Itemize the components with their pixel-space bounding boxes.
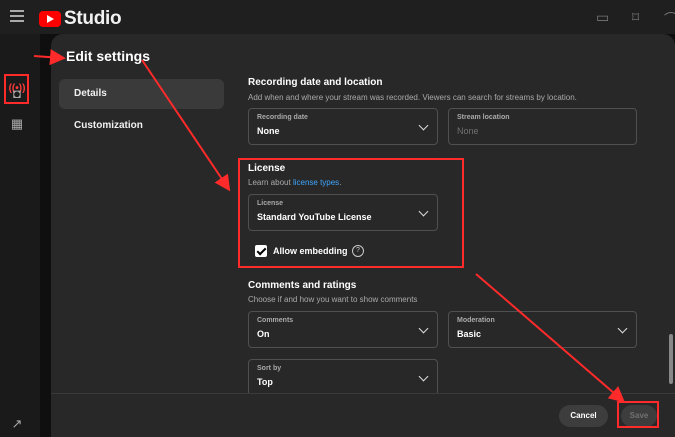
sort-by-label: Sort by (257, 365, 282, 372)
sort-by-select[interactable]: Sort by Top (248, 359, 438, 396)
recording-title: Recording date and location (248, 77, 383, 88)
dialog-footer: Cancel Save (51, 393, 675, 437)
swoosh-icon[interactable]: ⌒ (664, 9, 675, 29)
logo-text: Studio (64, 8, 122, 29)
scrollbar-thumb[interactable] (669, 334, 673, 384)
studio-logo[interactable]: Studio (39, 8, 122, 30)
menu-icon[interactable] (10, 10, 24, 22)
stream-location-input[interactable]: Stream location None (448, 108, 637, 145)
recording-date-select[interactable]: Recording date None (248, 108, 438, 145)
left-rail: ((•)) ◘ ▦ ↗ (0, 34, 40, 437)
stream-location-placeholder: None (457, 126, 479, 136)
comments-label: Comments (257, 317, 294, 324)
nav-item-customization[interactable]: Customization (59, 111, 224, 141)
chevron-down-icon (418, 371, 429, 382)
external-link-icon[interactable]: ↗ (9, 416, 25, 432)
youtube-logo-icon (39, 11, 61, 27)
moderation-select[interactable]: Moderation Basic (448, 311, 637, 348)
comments-select[interactable]: Comments On (248, 311, 438, 348)
chevron-down-icon (418, 120, 429, 131)
comments-description: Choose if and how you want to show comme… (248, 295, 418, 304)
dialog-title: Edit settings (66, 48, 151, 64)
cancel-button[interactable]: Cancel (559, 405, 608, 427)
recording-date-label: Recording date (257, 114, 308, 121)
bookmark-icon[interactable]: ⌑ (632, 9, 639, 26)
stream-location-label: Stream location (457, 114, 510, 121)
camera-icon[interactable]: ◘ (9, 86, 25, 102)
top-bar: Studio ▭ ⌑ ⌒ (0, 0, 675, 34)
save-highlight-box (617, 401, 659, 428)
sort-by-value: Top (257, 377, 273, 387)
chevron-down-icon (617, 323, 628, 334)
calendar-icon[interactable]: ▦ (9, 116, 25, 132)
chevron-down-icon (418, 323, 429, 334)
comments-value: On (257, 329, 270, 339)
nav-item-details[interactable]: Details (59, 79, 224, 109)
subtitles-icon[interactable]: ▭ (596, 9, 609, 26)
license-highlight-box (238, 158, 464, 268)
moderation-label: Moderation (457, 317, 495, 324)
recording-description: Add when and where your stream was recor… (248, 93, 577, 102)
recording-date-value: None (257, 126, 280, 136)
moderation-value: Basic (457, 329, 482, 339)
comments-title: Comments and ratings (248, 280, 357, 291)
